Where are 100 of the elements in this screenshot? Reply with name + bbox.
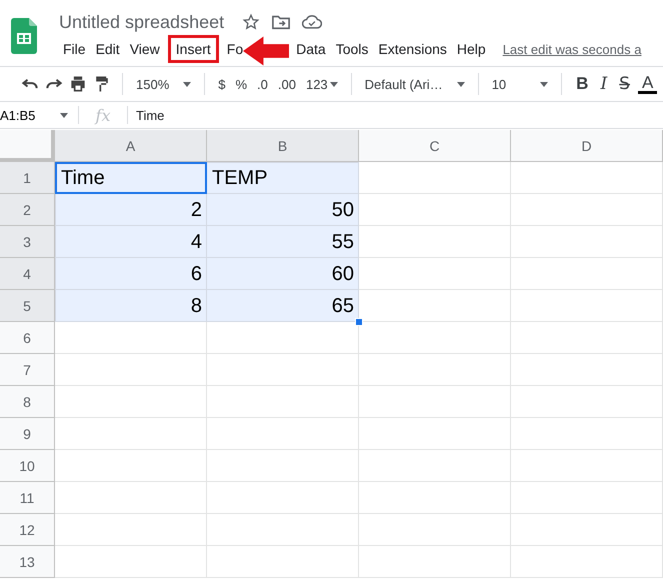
row-header[interactable]: 3 — [0, 226, 55, 258]
table-cell[interactable] — [55, 418, 207, 450]
column-header[interactable]: C — [359, 130, 511, 162]
row-header[interactable]: 12 — [0, 514, 55, 546]
menu-item[interactable]: Tools — [332, 38, 372, 60]
strikethrough-button[interactable]: S̶ — [615, 74, 634, 94]
table-cell[interactable] — [511, 162, 663, 194]
table-cell[interactable] — [207, 546, 359, 578]
folder-icon[interactable] — [272, 14, 290, 30]
text-color-button[interactable]: A — [638, 74, 658, 94]
row-header[interactable]: 5 — [0, 290, 55, 322]
table-cell[interactable] — [511, 194, 663, 226]
table-cell[interactable] — [359, 258, 511, 290]
table-cell[interactable] — [511, 546, 663, 578]
row-header[interactable]: 2 — [0, 194, 55, 226]
table-cell[interactable] — [359, 514, 511, 546]
table-cell[interactable] — [207, 514, 359, 546]
table-cell[interactable] — [55, 386, 207, 418]
select-all-corner[interactable] — [0, 130, 55, 162]
table-cell[interactable] — [207, 418, 359, 450]
row-header[interactable]: 11 — [0, 482, 55, 514]
row-header[interactable]: 4 — [0, 258, 55, 290]
sheets-logo-icon[interactable] — [11, 18, 37, 54]
table-cell[interactable] — [511, 418, 663, 450]
menu-item[interactable]: Help — [452, 38, 490, 60]
zoom-dropdown[interactable]: 150% — [133, 74, 194, 94]
table-cell[interactable] — [359, 226, 511, 258]
table-cell[interactable] — [511, 226, 663, 258]
table-cell[interactable] — [55, 322, 207, 354]
menu-item[interactable]: Fo — [222, 38, 248, 60]
font-size-dropdown[interactable]: 10 — [488, 74, 552, 94]
table-cell[interactable]: 2 — [55, 194, 207, 226]
table-cell[interactable]: 50 — [207, 194, 359, 226]
table-cell[interactable] — [359, 354, 511, 386]
table-cell[interactable]: 4 — [55, 226, 207, 258]
menu-item[interactable]: Extensions — [374, 38, 451, 60]
table-cell[interactable] — [207, 450, 359, 482]
document-title[interactable]: Untitled spreadsheet — [59, 12, 224, 32]
star-icon[interactable] — [242, 13, 260, 31]
table-cell[interactable] — [359, 418, 511, 450]
table-cell[interactable]: 65 — [207, 290, 359, 322]
increase-decimals-button[interactable]: .00 — [274, 74, 299, 94]
table-cell[interactable] — [511, 354, 663, 386]
number-format-dropdown[interactable]: 123 — [302, 74, 341, 94]
column-header[interactable]: A — [55, 130, 207, 162]
cloud-icon[interactable] — [302, 14, 322, 30]
table-cell[interactable] — [511, 386, 663, 418]
table-cell[interactable] — [359, 194, 511, 226]
table-cell[interactable] — [511, 290, 663, 322]
row-header[interactable]: 6 — [0, 322, 55, 354]
table-cell[interactable] — [55, 354, 207, 386]
name-box[interactable]: A1:B5 — [0, 108, 78, 122]
table-cell[interactable] — [511, 514, 663, 546]
last-edit-link[interactable]: Last edit was seconds a — [502, 42, 642, 56]
table-cell[interactable] — [359, 482, 511, 514]
currency-button[interactable]: $ — [215, 74, 228, 94]
table-cell[interactable]: TEMP — [207, 162, 359, 194]
table-cell[interactable] — [359, 450, 511, 482]
fill-handle[interactable] — [355, 318, 363, 326]
table-cell[interactable] — [55, 450, 207, 482]
menu-item[interactable]: Edit — [92, 38, 124, 60]
table-cell[interactable] — [511, 258, 663, 290]
table-cell[interactable]: 55 — [207, 226, 359, 258]
caret-icon — [456, 82, 465, 86]
table-cell[interactable]: 6 — [55, 258, 207, 290]
table-cell[interactable] — [207, 354, 359, 386]
table-cell[interactable] — [207, 482, 359, 514]
font-dropdown[interactable]: Default (Ari… — [362, 74, 468, 94]
row-header[interactable]: 10 — [0, 450, 55, 482]
table-cell[interactable] — [359, 162, 511, 194]
table-cell[interactable] — [55, 546, 207, 578]
row-header[interactable]: 1 — [0, 162, 55, 194]
table-cell[interactable]: Time — [55, 162, 207, 194]
table-cell[interactable] — [511, 482, 663, 514]
bold-button[interactable]: B — [572, 74, 592, 94]
table-cell[interactable] — [207, 386, 359, 418]
menu-item[interactable]: View — [126, 38, 164, 60]
column-header[interactable]: D — [511, 130, 663, 162]
table-cell[interactable]: 60 — [207, 258, 359, 290]
column-header[interactable]: B — [207, 130, 359, 162]
table-cell[interactable] — [55, 482, 207, 514]
table-cell[interactable] — [511, 450, 663, 482]
table-cell[interactable] — [511, 322, 663, 354]
menu-item[interactable]: Data — [292, 38, 330, 60]
table-cell[interactable]: 8 — [55, 290, 207, 322]
menu-item[interactable]: Insert — [168, 35, 219, 63]
table-cell[interactable] — [359, 546, 511, 578]
function-label: fx — [94, 106, 112, 124]
table-cell[interactable] — [359, 386, 511, 418]
row-header[interactable]: 9 — [0, 418, 55, 450]
menu-item[interactable]: File — [59, 38, 90, 60]
formula-field[interactable]: Time — [128, 108, 164, 122]
row-header[interactable]: 8 — [0, 386, 55, 418]
percent-button[interactable]: % — [232, 74, 250, 94]
row-header[interactable]: 13 — [0, 546, 55, 578]
table-cell[interactable] — [55, 514, 207, 546]
italic-button[interactable]: I — [596, 74, 612, 94]
caret-icon — [540, 82, 548, 86]
decrease-decimals-button[interactable]: .0 — [254, 74, 271, 94]
row-header[interactable]: 7 — [0, 354, 55, 386]
